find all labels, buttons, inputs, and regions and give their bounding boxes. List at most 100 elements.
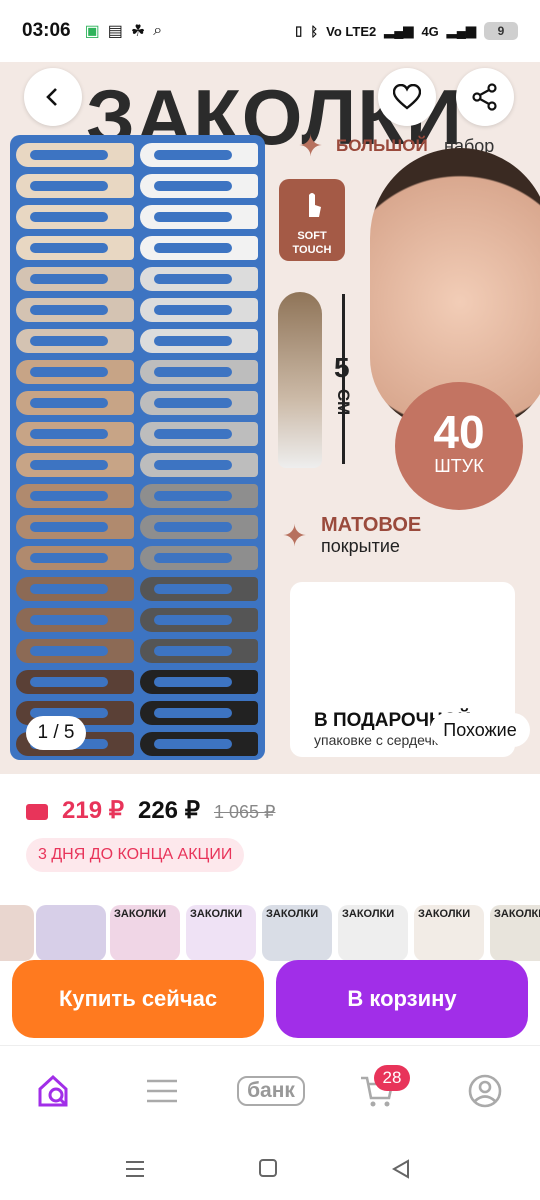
hairclip-slot: [30, 429, 108, 439]
hairclip-slot: [30, 584, 108, 594]
thumbnail-label: ЗАКОЛКИ: [114, 908, 167, 920]
thumbnail-label: ЗАКОЛКИ: [190, 908, 243, 920]
hairclip: [16, 422, 134, 446]
hairclip: [140, 701, 258, 725]
recent-apps-icon[interactable]: [124, 1158, 146, 1180]
search-notification-icon: ⌕: [153, 22, 163, 39]
thumbnail-item[interactable]: ЗАКОЛКИ: [262, 905, 332, 961]
size-unit: СМ: [334, 388, 354, 416]
hairclip-slot: [30, 274, 108, 284]
app-notification-icon: ▤: [107, 23, 123, 40]
hairclip-slot: [154, 274, 232, 284]
hairclip-slot: [30, 491, 108, 501]
hairclip: [16, 267, 134, 291]
menu-icon: [147, 1079, 177, 1103]
price-row: 219 ₽ 226 ₽ 1 065 ₽: [26, 796, 275, 825]
thumbnail-item[interactable]: ЗАКОЛКИ: [490, 905, 540, 961]
hairclip-slot: [30, 553, 108, 563]
hairclip-slot: [30, 646, 108, 656]
hairclip-slot: [154, 677, 232, 687]
bottom-nav: банк: [0, 1045, 540, 1140]
signal-icon: ▂▄▆: [384, 23, 414, 38]
hairclip-closeup: [278, 292, 322, 468]
hairclip-slot: [30, 522, 108, 532]
thumbnail-item[interactable]: ЗАКОЛКИ: [110, 905, 180, 961]
thumbnail-item[interactable]: [36, 905, 106, 961]
hairclip-slot: [154, 398, 232, 408]
hairclip: [140, 143, 258, 167]
hairclip-slot: [154, 708, 232, 718]
nav-catalog[interactable]: [137, 1071, 187, 1111]
similar-button[interactable]: Похожие: [430, 713, 530, 747]
hairclip-slot: [30, 150, 108, 160]
hairclip-slot: [154, 336, 232, 346]
hairclip-slot: [154, 460, 232, 470]
hairclip: [140, 639, 258, 663]
hairclip: [140, 577, 258, 601]
profile-icon: [468, 1074, 502, 1108]
thumbnail-label: ЗАКОЛКИ: [494, 908, 540, 920]
page-indicator: 1 / 5: [26, 716, 86, 750]
buy-now-button[interactable]: Купить сейчас: [12, 960, 264, 1038]
clock: 03:06: [22, 20, 71, 41]
home-search-icon: [38, 1074, 68, 1107]
status-bar: 03:06 ▣ ▤ ☘ ⌕ ▯ ᛒ Vo LTE2 ▂▄▆ 4G ▂▄▆ 9: [0, 0, 540, 62]
back-button[interactable]: [24, 68, 82, 126]
hairclip: [140, 329, 258, 353]
hairclip: [140, 360, 258, 384]
thumbnail-item[interactable]: ЗАКОЛКИ: [338, 905, 408, 961]
hairclips-photo: [10, 135, 265, 760]
old-price: 1 065 ₽: [213, 802, 276, 822]
hairclip: [16, 391, 134, 415]
share-icon: [472, 83, 497, 111]
favorite-button[interactable]: [378, 68, 436, 126]
gift-bag: [310, 590, 490, 710]
hairclip: [140, 422, 258, 446]
hairclip: [140, 732, 258, 756]
thumbnail-label: ЗАКОЛКИ: [418, 908, 471, 920]
hairclip-slot: [154, 305, 232, 315]
hairclip-slot: [154, 181, 232, 191]
wallet-price: 219 ₽: [62, 797, 124, 824]
hairclip: [16, 546, 134, 570]
hairclip-slot: [30, 460, 108, 470]
heart-icon: [393, 84, 421, 110]
bank-label: банк: [237, 1076, 305, 1106]
count-unit: ШТУК: [434, 456, 484, 476]
regular-price: 226 ₽: [137, 797, 200, 824]
share-button[interactable]: [456, 68, 514, 126]
product-image-carousel[interactable]: ЗАКОЛКИ 1 / 5 ✦ БОЛЬШОЙ набор SOFT TOUCH…: [0, 62, 540, 774]
back-icon[interactable]: [390, 1158, 412, 1180]
hairclip: [140, 205, 258, 229]
home-icon[interactable]: [258, 1158, 278, 1178]
hairclip: [140, 670, 258, 694]
hairclip: [16, 608, 134, 632]
nav-bank[interactable]: банк: [232, 1071, 310, 1111]
hairclip: [140, 515, 258, 539]
hairclip: [16, 453, 134, 477]
hairclip: [16, 639, 134, 663]
cart-count-badge: 28: [374, 1065, 410, 1091]
hairclip: [16, 484, 134, 508]
hairclip-slot: [30, 367, 108, 377]
hairclip: [140, 174, 258, 198]
thumbnail-item[interactable]: ЗАКОЛКИ: [186, 905, 256, 961]
hairclip: [140, 298, 258, 322]
bluetooth-icon: ᛒ: [310, 23, 319, 39]
sparkle-icon: ✦: [298, 130, 324, 163]
thumbnail-strip[interactable]: ЗАКОЛКИ ЗАКОЛКИ ЗАКОЛКИ ЗАКОЛКИ ЗАКОЛКИ ЗАКОЛ…: [0, 905, 540, 961]
status-indicators: ▯ ᛒ Vo LTE2 ▂▄▆ 4G ▂▄▆ 9: [295, 22, 518, 40]
nav-profile[interactable]: [460, 1071, 510, 1111]
hairclip-slot: [154, 150, 232, 160]
hairclip: [140, 236, 258, 260]
hairclip: [16, 143, 134, 167]
thumbnail-label: ЗАКОЛКИ: [266, 908, 319, 920]
hairclip: [140, 546, 258, 570]
hairclip: [16, 205, 134, 229]
thumbnail-item[interactable]: [0, 905, 34, 961]
nav-home[interactable]: [30, 1071, 80, 1111]
add-to-cart-button[interactable]: В корзину: [276, 960, 528, 1038]
count-badge: 40 ШТУК: [395, 382, 523, 510]
thumbnail-item[interactable]: ЗАКОЛКИ: [414, 905, 484, 961]
hairclip-slot: [154, 429, 232, 439]
